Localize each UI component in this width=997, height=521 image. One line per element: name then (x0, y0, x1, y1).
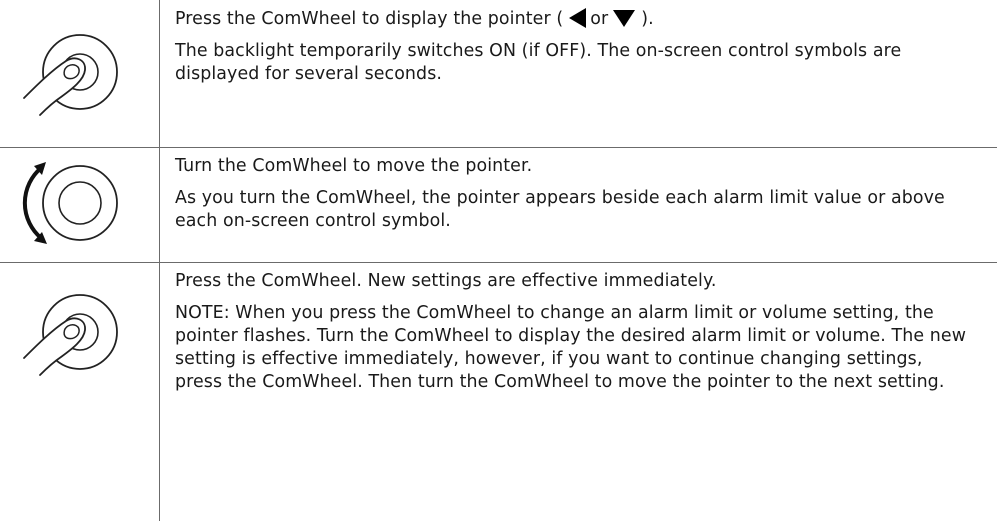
column-divider (159, 0, 160, 521)
instruction-text: or (590, 9, 609, 29)
instruction-text: ). (641, 9, 654, 29)
step-row-press: Press the ComWheel to display the pointe… (0, 0, 997, 147)
step-text: Press the ComWheel to display the pointe… (175, 8, 975, 95)
step-text: Press the ComWheel. New settings are eff… (175, 270, 975, 403)
left-triangle-icon (569, 8, 587, 28)
step-row-confirm: Press the ComWheel. New settings are eff… (0, 262, 997, 521)
instruction-text: Press the ComWheel to display the pointe… (175, 9, 564, 29)
row-divider (0, 262, 997, 263)
icon-cell (0, 147, 159, 262)
press-comwheel-icon (23, 294, 118, 376)
step-detail: As you turn the ComWheel, the pointer ap… (175, 188, 945, 231)
icon-cell (0, 0, 159, 147)
step-row-turn: Turn the ComWheel to move the pointer. A… (0, 147, 997, 262)
press-comwheel-icon (23, 34, 118, 116)
step-instruction: Press the ComWheel. New settings are eff… (175, 271, 717, 291)
instruction-table: Press the ComWheel to display the pointe… (0, 0, 997, 521)
row-divider (0, 147, 997, 148)
step-text: Turn the ComWheel to move the pointer. A… (175, 155, 975, 242)
icon-cell (0, 262, 159, 521)
down-triangle-icon (613, 9, 636, 27)
step-instruction: Turn the ComWheel to move the pointer. (175, 156, 533, 176)
step-note: NOTE: When you press the ComWheel to cha… (175, 303, 967, 392)
step-detail: The backlight temporarily switches ON (i… (175, 41, 902, 84)
step-instruction: Press the ComWheel to display the pointe… (175, 8, 975, 31)
turn-comwheel-icon (22, 162, 118, 244)
